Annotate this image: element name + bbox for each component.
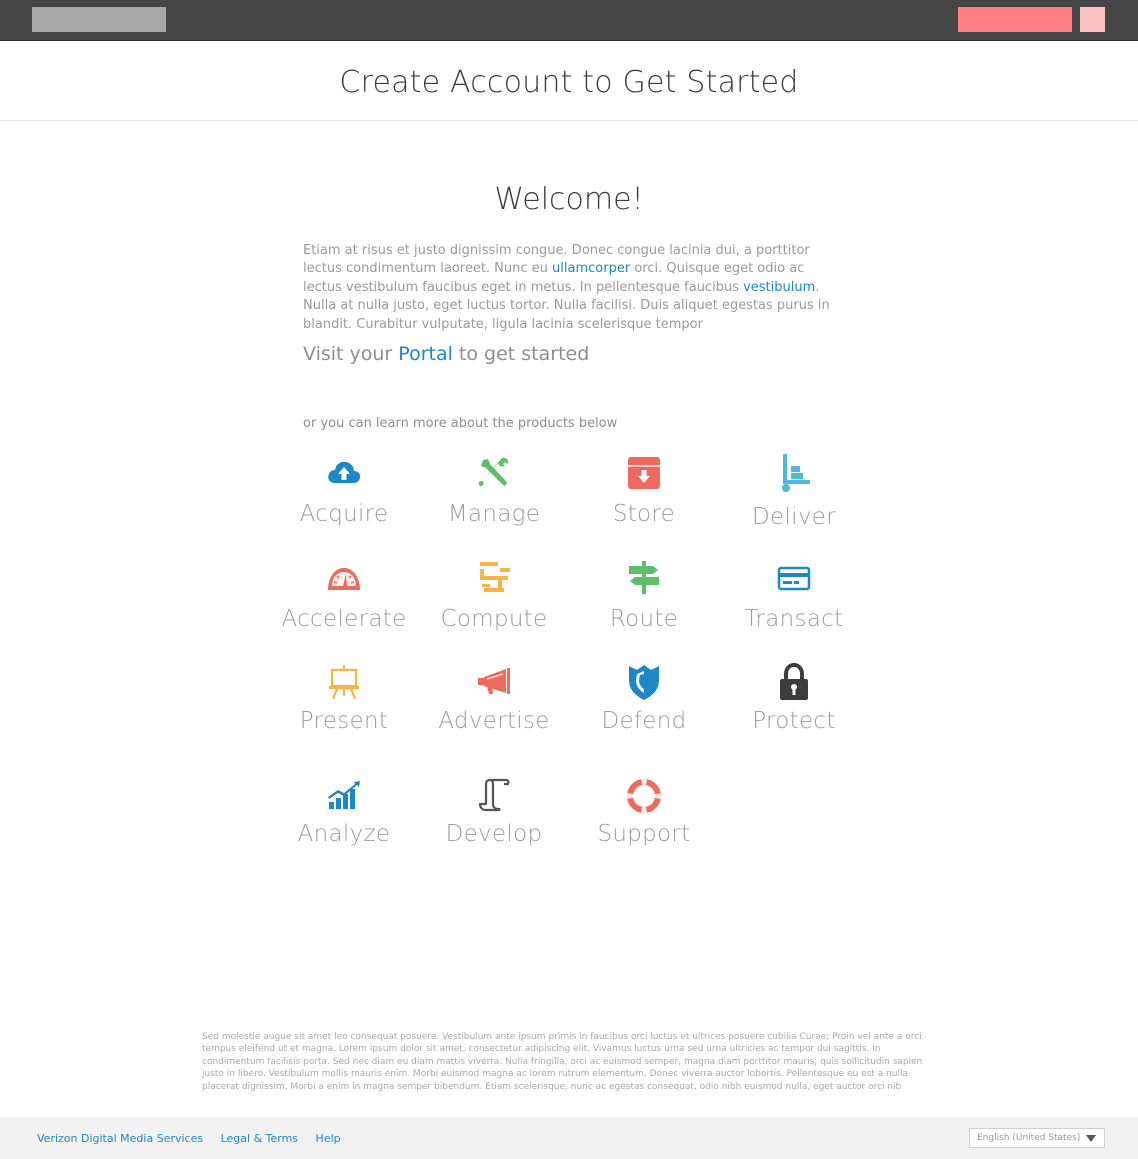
product-defend[interactable]: Defend	[569, 662, 719, 734]
intro-link-ullamcorper[interactable]: ullamcorper	[552, 261, 630, 276]
product-present[interactable]: Present	[269, 662, 419, 734]
speedometer-icon	[324, 558, 364, 598]
tools-icon	[474, 453, 514, 493]
logo-placeholder[interactable]	[32, 7, 166, 32]
footer-links: Verizon Digital Media Services Legal & T…	[37, 1132, 355, 1145]
storage-box-icon	[624, 453, 664, 493]
footer-link-verizon[interactable]: Verizon Digital Media Services	[37, 1132, 203, 1145]
product-protect[interactable]: Protect	[719, 662, 869, 734]
intro-paragraph: Etiam at risus et justo dignissim congue…	[303, 242, 843, 334]
flowchart-icon	[474, 558, 514, 598]
product-label: Acquire	[299, 501, 389, 527]
product-label: Protect	[752, 708, 836, 734]
easel-icon	[324, 662, 364, 702]
product-develop[interactable]: Develop	[419, 776, 569, 847]
product-support[interactable]: Support	[569, 776, 719, 847]
credit-card-icon	[774, 558, 814, 598]
signpost-icon	[624, 558, 664, 598]
product-label: Advertise	[438, 708, 550, 734]
language-select[interactable]: English (United States)	[969, 1128, 1105, 1148]
primary-action-button[interactable]	[958, 7, 1072, 32]
shield-icon	[624, 662, 664, 702]
product-compute[interactable]: Compute	[419, 558, 569, 632]
product-label: Compute	[440, 606, 548, 632]
legal-text: Sed molestie augue sit amet leo consequa…	[202, 1032, 923, 1092]
lifebuoy-icon	[624, 776, 664, 816]
product-route[interactable]: Route	[569, 558, 719, 632]
scroll-icon	[474, 776, 514, 816]
product-label: Accelerate	[281, 606, 407, 632]
portal-suffix: to get started	[452, 343, 590, 365]
intro-link-vestibulum[interactable]: vestibulum	[743, 280, 815, 295]
footer: Verizon Digital Media Services Legal & T…	[0, 1117, 1138, 1159]
footer-link-legal[interactable]: Legal & Terms	[221, 1132, 298, 1145]
portal-link[interactable]: Portal	[398, 343, 453, 365]
product-label: Present	[299, 708, 389, 734]
product-label: Transact	[744, 606, 844, 632]
chevron-down-icon	[1086, 1135, 1096, 1142]
welcome-heading: Welcome!	[494, 182, 644, 217]
bar-chart-icon	[324, 776, 364, 816]
page-header: Create Account to Get Started	[0, 41, 1138, 121]
product-label: Store	[612, 501, 676, 527]
product-transact[interactable]: Transact	[719, 558, 869, 632]
product-analyze[interactable]: Analyze	[269, 776, 419, 847]
product-label: Route	[609, 606, 679, 632]
hand-truck-icon	[774, 453, 814, 493]
learn-more-text: or you can learn more about the products…	[303, 416, 618, 431]
product-store[interactable]: Store	[569, 453, 719, 527]
product-advertise[interactable]: Advertise	[419, 662, 569, 734]
product-manage[interactable]: Manage	[419, 453, 569, 527]
footer-link-help[interactable]: Help	[316, 1132, 341, 1145]
product-label: Manage	[447, 501, 541, 527]
product-label: Deliver	[752, 504, 836, 530]
portal-prefix: Visit your	[303, 343, 399, 365]
padlock-icon	[774, 662, 814, 702]
product-acquire[interactable]: Acquire	[269, 453, 419, 527]
portal-line: Visit your Portal to get started	[303, 343, 843, 365]
product-label: Analyze	[297, 821, 391, 847]
page-title: Create Account to Get Started	[339, 65, 799, 100]
top-bar	[0, 0, 1138, 41]
product-accelerate[interactable]: Accelerate	[269, 558, 419, 632]
language-value: English (United States)	[977, 1133, 1081, 1143]
megaphone-icon	[474, 662, 514, 702]
cloud-upload-icon	[324, 453, 364, 493]
product-label: Support	[597, 821, 691, 847]
product-label: Defend	[601, 708, 687, 734]
secondary-action-button[interactable]	[1080, 7, 1105, 32]
product-deliver[interactable]: Deliver	[719, 453, 869, 530]
product-label: Develop	[445, 821, 543, 847]
